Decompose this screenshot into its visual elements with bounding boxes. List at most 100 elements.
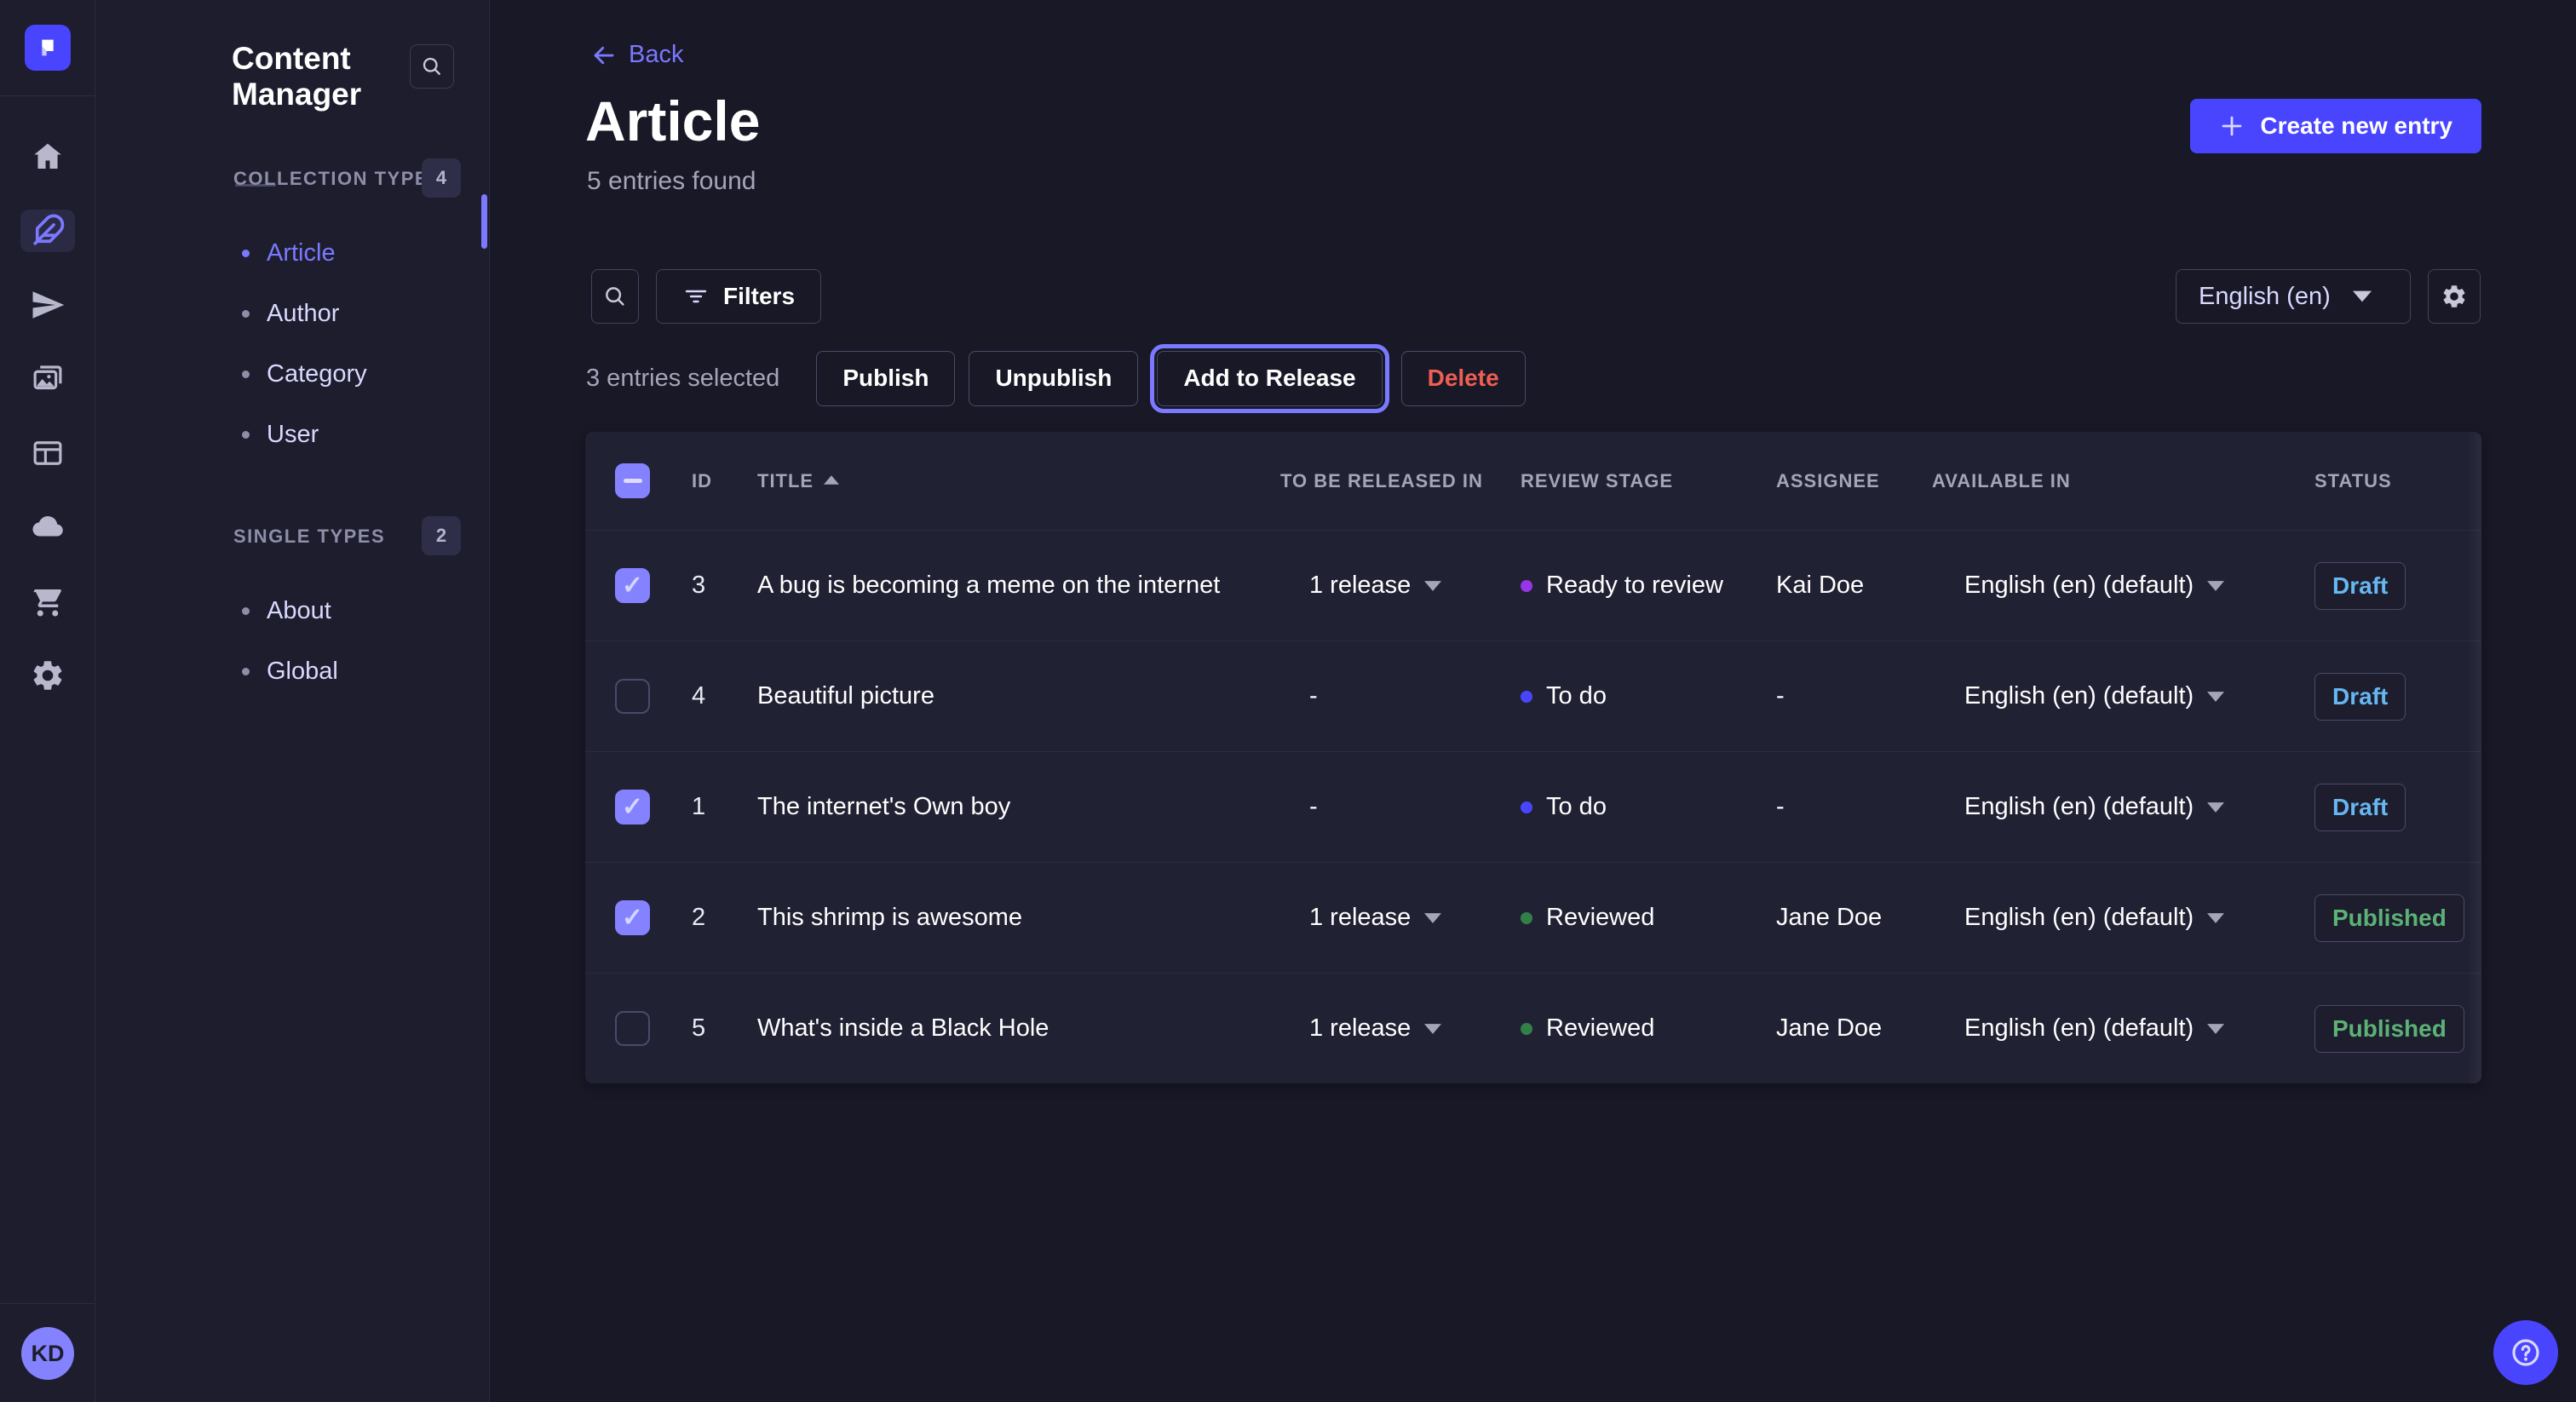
bullet-icon — [242, 607, 250, 615]
row-checkbox[interactable]: ✓ — [615, 568, 650, 603]
stage-dot-icon — [1521, 912, 1532, 924]
nav-rail: KD — [0, 0, 95, 1402]
row-checkbox[interactable]: ✓ — [615, 679, 650, 714]
rail-bottom-divider — [0, 1303, 95, 1304]
unpublish-button[interactable]: Unpublish — [969, 351, 1138, 406]
bullet-icon — [242, 431, 250, 439]
table-row[interactable]: ✓ 5 What's inside a Black Hole 1 release… — [585, 973, 2481, 1083]
nav-home[interactable] — [0, 119, 95, 193]
row-assignee: Jane Doe — [1751, 1014, 1908, 1043]
row-checkbox[interactable]: ✓ — [615, 1011, 650, 1046]
sidebar-item[interactable]: Author — [95, 284, 489, 344]
release-chevron-icon — [1424, 581, 1441, 591]
locale-chevron-icon — [2207, 913, 2224, 923]
locale-dropdown[interactable]: English (en) (default) — [1964, 572, 2283, 600]
row-id: 1 — [664, 793, 737, 821]
sidebar-item-label: Author — [267, 300, 339, 328]
row-checkbox[interactable]: ✓ — [615, 900, 650, 935]
nav-deploy[interactable] — [0, 490, 95, 564]
locale-chevron-icon — [2207, 802, 2224, 813]
nav-content-type-builder[interactable] — [0, 416, 95, 490]
table-search-button[interactable] — [591, 269, 639, 324]
sidebar-item[interactable]: Category — [95, 344, 489, 405]
stage-dot-icon — [1521, 1023, 1532, 1035]
sidebar-sections: COLLECTION TYPES 4 Article Author Catego… — [95, 158, 489, 702]
stage-label: To do — [1546, 793, 1607, 821]
nav-releases[interactable] — [0, 267, 95, 342]
delete-button[interactable]: Delete — [1401, 351, 1526, 406]
back-link[interactable]: Back — [591, 41, 683, 69]
sidebar-item[interactable]: Global — [95, 641, 489, 702]
locale-label: English (en) (default) — [1964, 1014, 2194, 1043]
release-value: - — [1309, 682, 1318, 710]
sidebar-item[interactable]: User — [95, 405, 489, 465]
review-stage: Reviewed — [1521, 904, 1751, 932]
feather-content-icon — [30, 213, 66, 249]
create-new-entry-button[interactable]: Create new entry — [2190, 99, 2481, 153]
locale-dropdown[interactable]: English (en) (default) — [1964, 793, 2283, 821]
sidebar-section: COLLECTION TYPES 4 Article Author Catego… — [95, 158, 489, 465]
table-row[interactable]: ✓ 3 A bug is becoming a meme on the inte… — [585, 530, 2481, 641]
nav-settings[interactable] — [0, 638, 95, 712]
entries-count: 5 entries found — [587, 167, 756, 196]
column-header-title[interactable]: TITLE — [737, 470, 1252, 492]
sidebar-item[interactable]: Article — [95, 223, 489, 284]
selection-count: 3 entries selected — [586, 365, 779, 393]
row-title: Beautiful picture — [737, 682, 1252, 710]
section-label: COLLECTION TYPES — [233, 168, 442, 190]
row-id: 3 — [664, 572, 737, 600]
sidebar-item[interactable]: About — [95, 581, 489, 641]
release-chevron-icon — [1424, 913, 1441, 923]
row-assignee: Jane Doe — [1751, 904, 1908, 932]
strapi-logo[interactable] — [25, 25, 71, 71]
table-row[interactable]: ✓ 4 Beautiful picture - To do - English … — [585, 641, 2481, 751]
locale-chevron-icon — [2207, 692, 2224, 702]
column-header-status: STATUS — [2283, 470, 2481, 492]
section-count-badge: 4 — [422, 158, 461, 198]
locale-select[interactable]: English (en) — [2176, 269, 2411, 324]
review-stage: Reviewed — [1521, 1014, 1751, 1043]
sidebar-section: SINGLE TYPES 2 About Global — [95, 516, 489, 702]
column-header-release: TO BE RELEASED IN — [1252, 470, 1499, 492]
nav-content-manager[interactable] — [0, 193, 95, 267]
row-id: 5 — [664, 1014, 737, 1043]
section-label: SINGLE TYPES — [233, 526, 385, 548]
nav-media-library[interactable] — [0, 342, 95, 416]
row-checkbox[interactable]: ✓ — [615, 790, 650, 825]
column-header-id[interactable]: ID — [664, 470, 737, 492]
release-dropdown[interactable]: 1 release — [1309, 1014, 1499, 1043]
view-settings-button[interactable] — [2428, 269, 2481, 324]
list-toolbar: Filters English (en) — [591, 269, 2481, 324]
page-title: Article — [585, 89, 760, 153]
release-dropdown[interactable]: 1 release — [1309, 572, 1499, 600]
publish-button[interactable]: Publish — [816, 351, 955, 406]
help-button[interactable] — [2493, 1320, 2558, 1385]
locale-dropdown[interactable]: English (en) (default) — [1964, 1014, 2283, 1043]
sidebar-list: About Global — [95, 581, 489, 702]
cloud-icon — [30, 509, 66, 545]
table-row[interactable]: ✓ 1 The internet's Own boy - To do - Eng… — [585, 751, 2481, 862]
release-dropdown[interactable]: - — [1309, 793, 1499, 821]
locale-dropdown[interactable]: English (en) (default) — [1964, 682, 2283, 710]
sidebar-scrollbar-thumb[interactable] — [481, 194, 487, 249]
filters-button[interactable]: Filters — [656, 269, 821, 324]
sidebar-item-label: User — [267, 421, 319, 449]
bullet-icon — [242, 371, 250, 378]
entries-table: ✓ ID TITLE TO BE RELEASED IN REVIEW STAG… — [585, 432, 2481, 1083]
rail-divider — [0, 95, 95, 96]
add-to-release-button[interactable]: Add to Release — [1157, 351, 1382, 406]
nav-marketplace[interactable] — [0, 564, 95, 638]
release-dropdown[interactable]: - — [1309, 682, 1499, 710]
status-badge: Draft — [2314, 562, 2406, 610]
table-row[interactable]: ✓ 2 This shrimp is awesome 1 release Rev… — [585, 862, 2481, 973]
bullet-icon — [242, 250, 250, 257]
user-avatar[interactable]: KD — [21, 1327, 74, 1380]
select-all-checkbox[interactable]: ✓ — [615, 463, 650, 498]
send-icon — [30, 287, 66, 323]
row-title: This shrimp is awesome — [737, 904, 1252, 932]
home-icon — [30, 139, 66, 175]
locale-dropdown[interactable]: English (en) (default) — [1964, 904, 2283, 932]
sidebar-search-button[interactable] — [410, 44, 454, 89]
release-dropdown[interactable]: 1 release — [1309, 904, 1499, 932]
stage-label: Ready to review — [1546, 572, 1723, 600]
